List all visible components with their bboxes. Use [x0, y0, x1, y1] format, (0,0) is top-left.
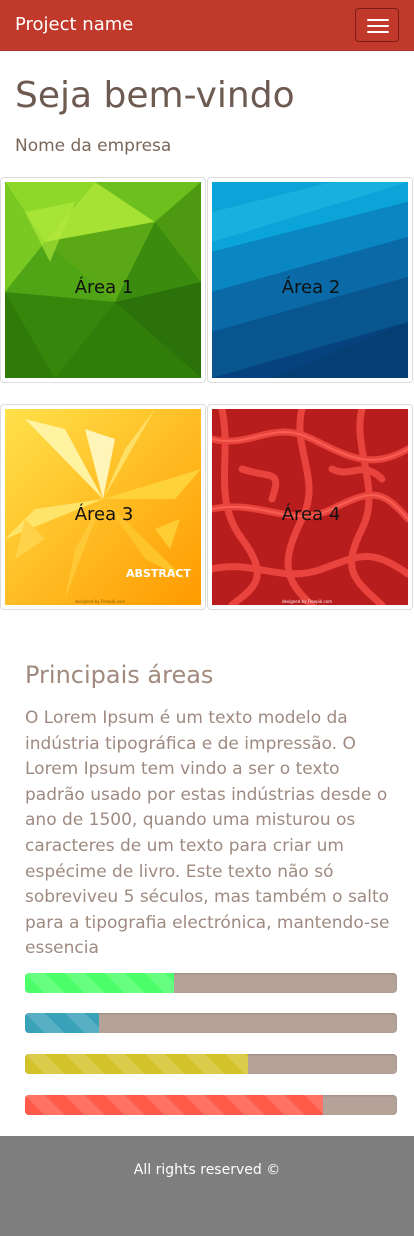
section-title: Principais áreas: [25, 661, 214, 689]
brand-link[interactable]: Project name: [15, 13, 133, 37]
progress-fill: [25, 1013, 100, 1033]
hamburger-menu-icon: [367, 31, 389, 33]
progress-fill: [25, 973, 174, 993]
area-1-label: Área 1: [74, 277, 134, 298]
area-tile-2[interactable]: Área 2: [207, 177, 413, 383]
area-2-label: Área 2: [281, 277, 341, 298]
company-name: Nome da empresa: [15, 136, 172, 156]
progress-bar-3: [25, 1054, 397, 1074]
navbar: Project name: [0, 0, 414, 51]
area-tile-3[interactable]: ABSTRACT designed by Freepik.com Área 3: [0, 404, 206, 610]
page-title: Seja bem-vindo: [15, 75, 295, 116]
footer: All rights reserved ©: [0, 1136, 414, 1236]
hamburger-menu-icon: [367, 25, 389, 27]
area-3-label: Área 3: [74, 504, 134, 525]
progress-bar-2: [25, 1013, 397, 1033]
progress-fill: [25, 1095, 323, 1115]
navbar-toggle-button[interactable]: [355, 8, 399, 42]
progress-bar-4: [25, 1095, 397, 1115]
area-tile-1[interactable]: Área 1: [0, 177, 206, 383]
image-credit: designed by Freepik.com: [282, 599, 332, 604]
progress-fill: [25, 1054, 249, 1074]
copyright-text: All rights reserved ©: [133, 1162, 281, 1178]
abstract-overlay-text: ABSTRACT: [126, 567, 191, 580]
progress-bar-1: [25, 973, 397, 993]
image-credit: designed by Freepik.com: [75, 599, 125, 604]
section-text: O Lorem Ipsum é um texto modelo da indús…: [25, 708, 390, 959]
area-tile-4[interactable]: designed by Freepik.com Área 4: [207, 404, 413, 610]
hamburger-menu-icon: [367, 19, 389, 21]
area-4-label: Área 4: [281, 504, 341, 525]
